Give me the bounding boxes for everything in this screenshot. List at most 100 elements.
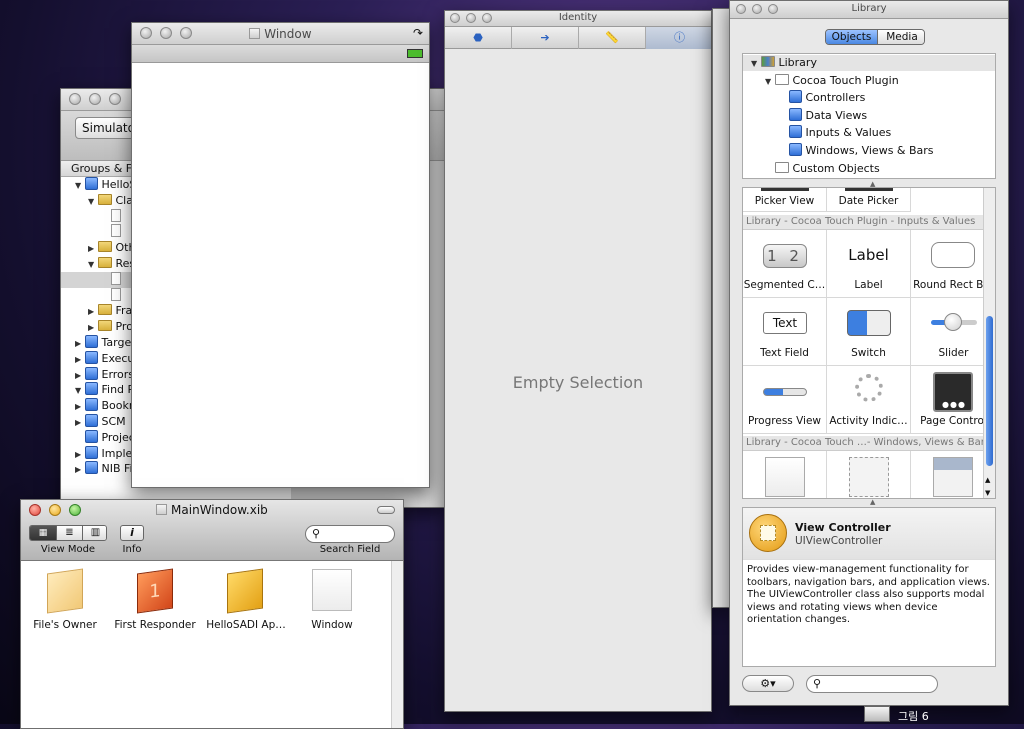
library-tree-row[interactable]: Windows, Views & Bars xyxy=(743,143,995,159)
disclosure-open-icon[interactable]: ▼ xyxy=(751,56,761,72)
library-search-field[interactable]: ⚲ xyxy=(806,675,938,693)
library-item-progress-view[interactable]: Progress View xyxy=(743,366,827,434)
simulator-popup-label: Simulato xyxy=(82,121,135,135)
dock-thumbnail-icon[interactable] xyxy=(864,706,890,722)
library-tree-row[interactable]: Controllers xyxy=(743,90,995,106)
groups-files-header: Groups & Fil xyxy=(61,161,131,177)
library-item-activity-indicator[interactable]: Activity Indic… xyxy=(827,366,911,434)
disclosure-closed-icon[interactable]: ▶ xyxy=(75,352,85,368)
disclosure-closed-icon[interactable]: ▶ xyxy=(75,399,85,415)
library-tree-row[interactable]: Inputs & Values xyxy=(743,125,995,141)
library-title: Library xyxy=(851,3,887,14)
minimize-button[interactable] xyxy=(89,93,101,105)
disclosure-closed-icon[interactable]: ▶ xyxy=(75,368,85,384)
group-row-label: Find R xyxy=(98,383,136,397)
library-tree-label: Inputs & Values xyxy=(802,126,892,140)
bookmark-icon xyxy=(85,398,98,412)
library-item-view[interactable] xyxy=(827,451,911,498)
disclosure-open-icon[interactable]: ▼ xyxy=(88,194,98,210)
inspector-titlebar[interactable]: Identity xyxy=(445,11,711,27)
connections-tab[interactable]: ➔ xyxy=(512,27,579,49)
disclosure-closed-icon[interactable]: ▶ xyxy=(75,462,85,478)
xib-document-window: MainWindow.xib ▦ ≣ ▥ View Mode i Info ⚲ … xyxy=(20,499,404,729)
slider-thumb-glyph xyxy=(944,313,962,331)
library-item-segmented-control[interactable]: 1 2 Segmented C… xyxy=(743,230,827,298)
library-scrollbar[interactable]: ▲ ▼ xyxy=(983,188,995,498)
library-item-picker-view[interactable]: Picker View xyxy=(743,188,827,212)
first-responder-icon: 1 xyxy=(137,568,173,614)
info-label: Info xyxy=(122,544,142,555)
scm-icon xyxy=(85,414,98,427)
search-icon: ⚲ xyxy=(312,527,321,540)
scroll-down-icon[interactable]: ▼ xyxy=(985,489,990,497)
library-item-label: Progress View xyxy=(747,415,822,427)
gear-menu-button[interactable]: ⚙▾ xyxy=(742,675,794,692)
disclosure-open-icon[interactable]: ▼ xyxy=(75,383,85,399)
disclosure-open-icon[interactable]: ▼ xyxy=(765,74,775,90)
xib-object-label: HelloSADI Ap… xyxy=(206,619,286,631)
objects-tab[interactable]: Objects xyxy=(826,30,877,44)
xib-window-title: MainWindow.xib xyxy=(171,503,268,517)
rotate-icon[interactable]: ↷ xyxy=(413,26,423,40)
category-icon xyxy=(789,125,802,139)
library-item-window[interactable] xyxy=(743,451,827,498)
xib-object-files-owner[interactable]: File's Owner xyxy=(21,568,109,639)
xib-object-label: First Responder xyxy=(114,619,196,631)
library-tree-row[interactable]: ▼ Cocoa Touch Plugin xyxy=(743,73,995,89)
library-item-text-field[interactable]: Text Text Field xyxy=(743,298,827,366)
category-icon xyxy=(789,90,802,104)
library-tree-row[interactable]: ▼ Library xyxy=(743,55,995,71)
library-item-label: Picker View xyxy=(754,195,815,207)
list-view-button[interactable]: ≣ xyxy=(56,526,82,540)
disclosure-closed-icon[interactable]: ▶ xyxy=(88,304,98,320)
disclosure-closed-icon[interactable]: ▶ xyxy=(75,415,85,431)
toolbar-toggle-button[interactable] xyxy=(377,506,395,514)
detail-description: Provides view-management functionality f… xyxy=(747,564,990,625)
group-row-label: Errors xyxy=(98,367,135,381)
section-header-windows: Library - Cocoa Touch …- Windows, Views … xyxy=(743,436,995,451)
library-item-date-picker[interactable]: Date Picker xyxy=(827,188,911,212)
section-header-inputs: Library - Cocoa Touch Plugin - Inputs & … xyxy=(743,215,995,230)
xib-doc-icon xyxy=(249,28,261,39)
column-view-button[interactable]: ▥ xyxy=(82,526,106,540)
disclosure-open-icon[interactable]: ▼ xyxy=(75,178,85,194)
library-tree-row[interactable]: Data Views xyxy=(743,107,995,124)
xib-scrollbar[interactable] xyxy=(391,561,403,728)
app-delegate-icon xyxy=(227,568,263,614)
library-tree-row[interactable]: Custom Objects xyxy=(743,161,995,177)
identity-inspector: Identity ⬣ ➔ 📏 ⓘ Empty Selection xyxy=(444,10,712,712)
splitter-handle[interactable]: ▲ xyxy=(870,498,875,506)
info-button[interactable]: i xyxy=(120,525,144,541)
scroll-up-icon[interactable]: ▲ xyxy=(985,476,990,484)
scrollbar-thumb[interactable] xyxy=(986,316,993,466)
group-folder-icon xyxy=(761,56,775,67)
identity-tab[interactable]: ⓘ xyxy=(646,27,711,49)
group-folder-icon xyxy=(775,161,789,173)
objects-media-segmented: Objects Media xyxy=(825,29,925,45)
xib-toolbar[interactable]: MainWindow.xib ▦ ≣ ▥ View Mode i Info ⚲ … xyxy=(21,500,403,561)
icon-view-button[interactable]: ▦ xyxy=(30,526,56,540)
disclosure-closed-icon[interactable]: ▶ xyxy=(88,320,98,336)
group-row-label: SCM xyxy=(98,415,126,428)
media-tab[interactable]: Media xyxy=(877,30,924,44)
window-glyph xyxy=(765,457,805,497)
disclosure-closed-icon[interactable]: ▶ xyxy=(75,336,85,352)
library-titlebar[interactable]: Library xyxy=(730,1,1008,19)
disclosure-open-icon[interactable]: ▼ xyxy=(88,257,98,273)
view-controller-icon xyxy=(749,514,787,552)
size-tab[interactable]: 📏 xyxy=(579,27,646,49)
search-field[interactable]: ⚲ xyxy=(305,525,395,543)
library-item-switch[interactable]: Switch xyxy=(827,298,911,366)
xib-object-window[interactable]: Window xyxy=(291,569,373,639)
xib-object-first-responder[interactable]: 1 First Responder xyxy=(109,568,201,639)
window-preview-titlebar[interactable]: Window ↷ xyxy=(132,23,429,45)
zoom-button[interactable] xyxy=(109,93,121,105)
disclosure-closed-icon[interactable]: ▶ xyxy=(88,241,98,257)
library-item-label-control[interactable]: Label Label xyxy=(827,230,911,298)
library-tree-label: Library xyxy=(775,56,817,69)
disclosure-closed-icon[interactable]: ▶ xyxy=(75,447,85,463)
xib-object-app-delegate[interactable]: HelloSADI Ap… xyxy=(201,568,291,639)
attributes-tab[interactable]: ⬣ xyxy=(445,27,512,49)
magnifier-icon xyxy=(85,382,98,396)
close-button[interactable] xyxy=(69,93,81,105)
